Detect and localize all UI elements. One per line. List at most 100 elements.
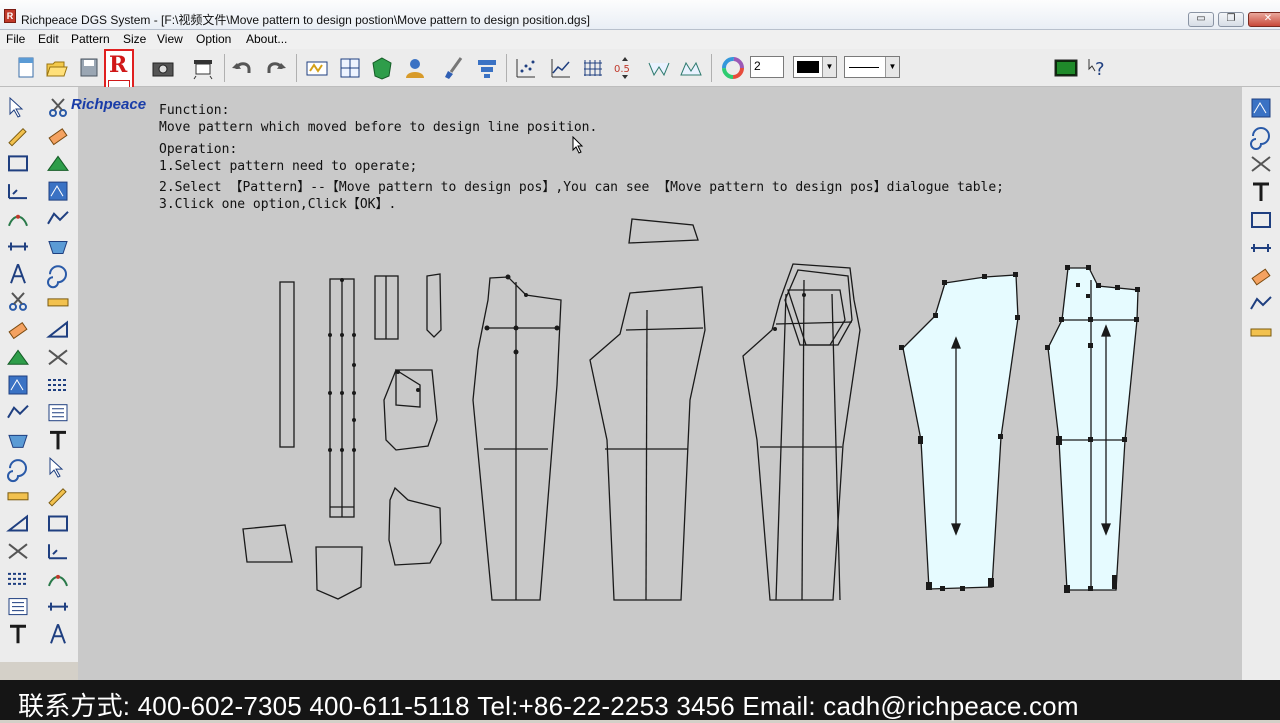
curve-icon[interactable] (1251, 156, 1271, 172)
rotate-icon[interactable] (1253, 182, 1269, 201)
seam-icon[interactable] (8, 598, 28, 616)
menu-option[interactable]: Option (196, 32, 231, 46)
scissors-icon[interactable] (9, 292, 27, 311)
pleat-icon-alt[interactable] (48, 379, 68, 391)
pleat-icon[interactable] (8, 572, 28, 585)
piece-icon-alt[interactable] (48, 181, 68, 201)
undo-icon[interactable] (230, 55, 256, 81)
restore-button[interactable]: ❐ (1218, 12, 1244, 27)
open-file-icon[interactable] (44, 55, 70, 81)
ruler-icon-alt[interactable] (48, 544, 67, 560)
overlaid-pant-piece (742, 263, 861, 601)
function-text: Move pattern which moved before to desig… (159, 120, 598, 135)
toolbar-separator (224, 54, 225, 82)
dart-icon[interactable] (8, 214, 28, 227)
brush-icon[interactable] (441, 55, 467, 81)
minimize-button[interactable]: ▭ (1188, 12, 1214, 27)
measure-icon-alt[interactable] (48, 602, 68, 611)
new-file-icon[interactable] (13, 55, 39, 81)
plotter-icon[interactable] (190, 55, 216, 81)
angle-icon[interactable] (6, 514, 28, 532)
grading-icon[interactable] (474, 55, 500, 81)
save-icon[interactable] (76, 55, 102, 81)
notch-icon-alt[interactable] (47, 155, 69, 171)
piece-icon[interactable] (8, 375, 28, 395)
toolbar-separator (711, 54, 712, 82)
align-icon[interactable] (1251, 244, 1271, 252)
user-piece-icon[interactable] (402, 55, 428, 81)
mirror-icon[interactable] (1250, 296, 1272, 310)
spread-icon[interactable] (1251, 268, 1271, 286)
menu-size[interactable]: Size (123, 32, 146, 46)
measure-icon[interactable] (8, 242, 28, 251)
scissors-icon-alt[interactable] (49, 98, 67, 117)
richpeace-r-button[interactable]: R (104, 49, 134, 91)
pencil-icon[interactable] (8, 127, 27, 147)
back-pant-piece (589, 286, 706, 601)
eraser-icon-alt[interactable] (48, 128, 68, 146)
toolbar-separator (506, 54, 507, 82)
line-style-select[interactable]: ▼ (844, 56, 900, 78)
fold-icon-alt[interactable] (48, 241, 68, 254)
menu-view[interactable]: View (157, 32, 183, 46)
facing-piece (426, 273, 442, 338)
chevron-down-icon: ▼ (822, 57, 836, 77)
pencil-icon-alt[interactable] (48, 488, 67, 507)
piece-copy-icon[interactable] (1250, 127, 1270, 150)
waistband-strip-piece (279, 281, 295, 448)
pointer-icon[interactable] (9, 96, 24, 118)
grade-icon[interactable] (7, 404, 29, 419)
table-grid-icon[interactable] (580, 55, 606, 81)
spiral-icon[interactable] (7, 459, 27, 483)
rectangle-icon-alt[interactable] (48, 515, 68, 532)
scatter-points-icon[interactable] (513, 55, 539, 81)
text-icon[interactable] (10, 624, 26, 644)
tape-icon[interactable] (7, 492, 29, 501)
menu-pattern[interactable]: Pattern (71, 32, 110, 46)
menu-edit[interactable]: Edit (38, 32, 59, 46)
frame-icon[interactable] (1250, 328, 1272, 337)
piece-move-icon[interactable] (1251, 98, 1271, 118)
step-size-icon[interactable]: 0.5 (612, 55, 638, 81)
eraser-icon[interactable] (8, 322, 28, 340)
cut-icon-alt[interactable] (48, 349, 68, 366)
pointer-icon-alt[interactable] (49, 456, 64, 478)
rectangle-icon[interactable] (8, 155, 28, 172)
menu-about[interactable]: About... (246, 32, 287, 46)
help-icon[interactable]: ? (1086, 55, 1112, 81)
dart-icon-alt[interactable] (48, 574, 68, 587)
seam-icon-alt[interactable] (48, 404, 68, 422)
close-button[interactable]: ✕ (1248, 12, 1280, 27)
right-toolbox (1242, 87, 1280, 680)
text-icon-alt[interactable] (50, 430, 66, 450)
operation-heading: Operation: (159, 142, 238, 157)
ruler-icon[interactable] (8, 184, 27, 200)
pocket-bag-piece (388, 486, 442, 566)
flip-icon[interactable] (1251, 212, 1271, 228)
shield-piece-icon[interactable] (369, 55, 395, 81)
curve-chart-icon[interactable] (548, 55, 574, 81)
line-width-input[interactable]: 2 (750, 56, 784, 78)
spiral-icon-alt[interactable] (47, 265, 67, 289)
fold-icon[interactable] (8, 434, 28, 448)
color-wheel-icon[interactable] (720, 55, 746, 81)
menu-file[interactable]: File (6, 32, 25, 46)
grade-icon-alt[interactable] (47, 211, 69, 225)
angle-icon-alt[interactable] (46, 320, 68, 338)
footer-contact: 联系方式: 400-602-7305 400-611-5118 Tel:+86-… (18, 691, 1079, 721)
shrink-piece-icon[interactable] (646, 55, 672, 81)
redo-icon[interactable] (262, 55, 288, 81)
digitizer-icon[interactable] (1053, 55, 1079, 81)
front-pant-piece (472, 276, 562, 601)
tape-icon-alt[interactable] (47, 298, 69, 307)
cut-icon[interactable] (8, 543, 28, 559)
color-select[interactable]: ▼ (793, 56, 837, 78)
compass-icon[interactable] (10, 263, 26, 284)
notch-icon[interactable] (7, 349, 29, 365)
camera-icon[interactable] (150, 55, 176, 81)
grid-frame-icon[interactable] (337, 55, 363, 81)
compass-icon-alt[interactable] (50, 623, 66, 644)
piece-layout-icon[interactable] (304, 55, 330, 81)
operation-step-1: 1.Select pattern need to operate; (159, 159, 418, 174)
expand-piece-icon[interactable] (678, 55, 704, 81)
